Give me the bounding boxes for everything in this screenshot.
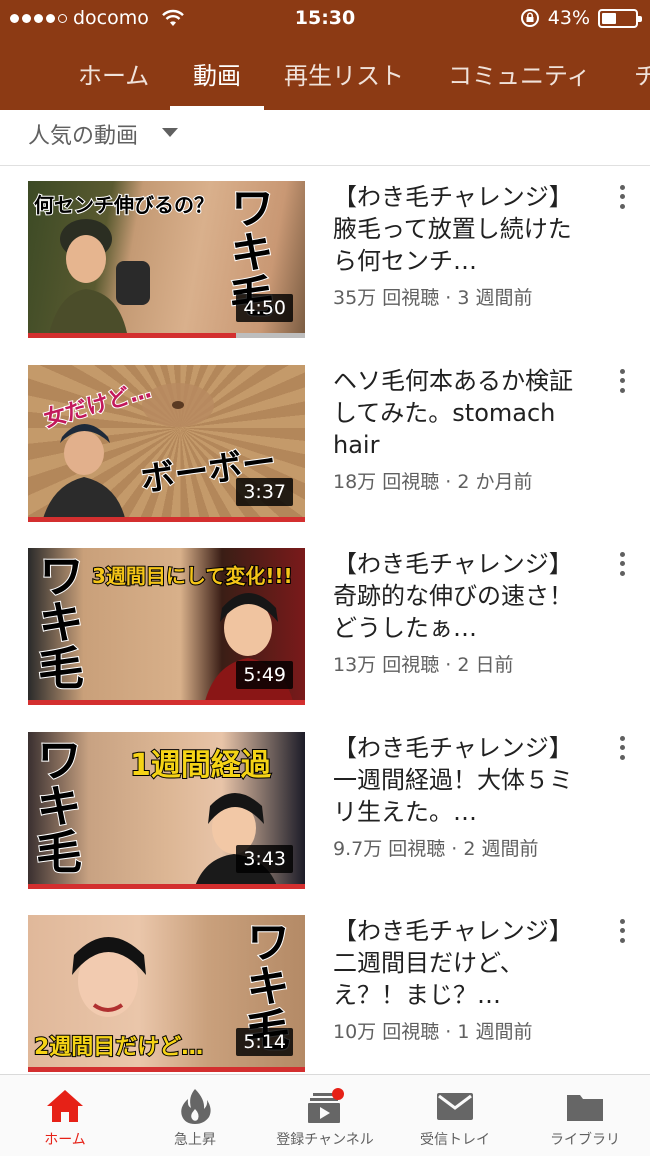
thumbnail-caption: 何センチ伸びるの？	[33, 192, 215, 218]
video-item[interactable]: ワキ毛 1週間経過 3:43 【わき毛チャレンジ】一週間経過！大体５ミリ生えた。…	[0, 732, 650, 892]
thumbnail-title-art: ワキ毛	[30, 551, 86, 691]
nav-home[interactable]: ホーム	[0, 1075, 130, 1156]
video-thumbnail[interactable]: ワキ毛 2週間目だけど… 5:14	[28, 915, 305, 1072]
tab-playlists[interactable]: 再生リスト	[284, 56, 404, 91]
video-item[interactable]: 女だけど… ボーボー 3:37 ヘソ毛何本あるか検証してみた。stomach h…	[0, 365, 650, 525]
video-duration: 3:43	[236, 845, 293, 873]
tab-videos[interactable]: 動画	[193, 56, 241, 91]
mail-icon	[437, 1093, 473, 1120]
video-meta: ヘソ毛何本あるか検証してみた。stomach hair 18万 回視聴 · 2 …	[333, 365, 591, 494]
thumbnail-title-art: ワキ毛	[28, 735, 84, 875]
nav-subscriptions[interactable]: 登録チャンネル	[260, 1075, 390, 1156]
tab-channels[interactable]: チ	[634, 56, 650, 91]
flame-icon	[181, 1089, 211, 1124]
nav-label: ライブラリ	[550, 1132, 620, 1148]
nav-trending[interactable]: 急上昇	[130, 1075, 260, 1156]
battery-percent: 43%	[547, 7, 590, 29]
view-count: 35万 回視聴	[333, 287, 440, 309]
bottom-navigation: ホーム 急上昇 登録チャンネル 受信トレイ ライブラリ	[0, 1074, 650, 1156]
video-title[interactable]: 【わき毛チャレンジ】二週間目だけど、え？！まじ？…	[333, 915, 591, 1011]
video-duration: 3:37	[236, 478, 293, 506]
video-title[interactable]: 【わき毛チャレンジ】奇跡的な伸びの速さ！どうしたぁ…	[333, 548, 591, 644]
view-count: 13万 回視聴	[333, 654, 440, 676]
thumbnail-caption: 1週間経過	[129, 747, 272, 784]
app-header: docomo 15:30 43% ホーム 動画 再生リスト コミュニティ チ	[0, 0, 650, 110]
video-thumbnail[interactable]: 何センチ伸びるの？ ワキ毛 4:50	[28, 181, 305, 338]
view-count: 9.7万 回視聴	[333, 838, 446, 860]
thumbnail-caption: 2週間目だけど…	[33, 1034, 204, 1061]
video-title[interactable]: 【わき毛チャレンジ】腋毛って放置し続けたら何センチ…	[333, 181, 591, 277]
video-stats: 9.7万 回視聴 · 2 週間前	[333, 838, 539, 860]
watch-progress-bar	[28, 884, 305, 889]
video-title[interactable]: ヘソ毛何本あるか検証してみた。stomach hair	[333, 365, 591, 461]
view-count: 10万 回視聴	[333, 1021, 440, 1043]
upload-age: 2 週間前	[463, 838, 539, 860]
video-stats: 18万 回視聴 · 2 か月前	[333, 471, 533, 493]
caret-down-icon	[162, 128, 178, 137]
status-right: 43%	[520, 7, 642, 29]
video-thumbnail[interactable]: ワキ毛 3週間目にして変化!!! 5:49	[28, 548, 305, 705]
more-options-icon[interactable]	[612, 367, 632, 395]
channel-tabs: ホーム 動画 再生リスト コミュニティ チ	[0, 44, 650, 110]
video-item[interactable]: 何センチ伸びるの？ ワキ毛 4:50 【わき毛チャレンジ】腋毛って放置し続けたら…	[0, 181, 650, 341]
rotation-lock-icon	[520, 9, 539, 27]
video-duration: 5:14	[236, 1028, 293, 1056]
tab-home[interactable]: ホーム	[78, 56, 149, 91]
video-thumbnail[interactable]: 女だけど… ボーボー 3:37	[28, 365, 305, 522]
more-options-icon[interactable]	[612, 734, 632, 762]
video-thumbnail[interactable]: ワキ毛 1週間経過 3:43	[28, 732, 305, 889]
sort-label: 人気の動画	[28, 124, 139, 149]
video-stats: 35万 回視聴 · 3 週間前	[333, 287, 533, 309]
battery-fill	[602, 12, 616, 24]
watch-progress-bar	[28, 517, 305, 522]
watch-progress-track	[28, 884, 305, 889]
video-meta: 【わき毛チャレンジ】奇跡的な伸びの速さ！どうしたぁ… 13万 回視聴 · 2 日…	[333, 548, 591, 677]
tab-community[interactable]: コミュニティ	[448, 56, 591, 91]
video-meta: 【わき毛チャレンジ】腋毛って放置し続けたら何センチ… 35万 回視聴 · 3 週…	[333, 181, 591, 310]
upload-age: 3 週間前	[457, 287, 533, 309]
watch-progress-bar	[28, 333, 236, 338]
watch-progress-bar	[28, 700, 305, 705]
nav-label: 登録チャンネル	[276, 1132, 374, 1148]
video-item[interactable]: ワキ毛 2週間目だけど… 5:14 【わき毛チャレンジ】二週間目だけど、え？！ま…	[0, 915, 650, 1075]
sort-dropdown[interactable]: 人気の動画	[0, 110, 650, 166]
watch-progress-bar	[28, 1067, 305, 1072]
video-meta: 【わき毛チャレンジ】二週間目だけど、え？！まじ？… 10万 回視聴 · 1 週間…	[333, 915, 591, 1044]
status-bar: docomo 15:30 43%	[0, 0, 650, 36]
nav-inbox[interactable]: 受信トレイ	[390, 1075, 520, 1156]
upload-age: 1 週間前	[457, 1021, 533, 1043]
more-options-icon[interactable]	[612, 917, 632, 945]
video-stats: 13万 回視聴 · 2 日前	[333, 654, 514, 676]
video-stats: 10万 回視聴 · 1 週間前	[333, 1021, 533, 1043]
folder-icon	[567, 1095, 603, 1121]
nav-label: ホーム	[44, 1132, 86, 1148]
video-item[interactable]: ワキ毛 3週間目にして変化!!! 5:49 【わき毛チャレンジ】奇跡的な伸びの速…	[0, 548, 650, 708]
upload-age: 2 か月前	[457, 471, 533, 493]
watch-progress-track	[28, 700, 305, 705]
view-count: 18万 回視聴	[333, 471, 440, 493]
watch-progress-track	[28, 1067, 305, 1072]
nav-label: 受信トレイ	[420, 1132, 490, 1148]
battery-icon	[598, 8, 642, 28]
more-options-icon[interactable]	[612, 550, 632, 578]
video-duration: 5:49	[236, 661, 293, 689]
video-meta: 【わき毛チャレンジ】一週間経過！大体５ミリ生えた。… 9.7万 回視聴 · 2 …	[333, 732, 591, 861]
thumbnail-caption: 3週間目にして変化!!!	[91, 563, 294, 589]
watch-progress-track	[28, 517, 305, 522]
video-duration: 4:50	[236, 294, 293, 322]
nav-library[interactable]: ライブラリ	[520, 1075, 650, 1156]
video-title[interactable]: 【わき毛チャレンジ】一週間経過！大体５ミリ生えた。…	[333, 732, 591, 828]
subscriptions-icon	[308, 1088, 344, 1123]
upload-age: 2 日前	[457, 654, 514, 676]
more-options-icon[interactable]	[612, 183, 632, 211]
watch-progress-track	[28, 333, 305, 338]
home-icon	[47, 1090, 83, 1122]
nav-label: 急上昇	[174, 1132, 216, 1148]
